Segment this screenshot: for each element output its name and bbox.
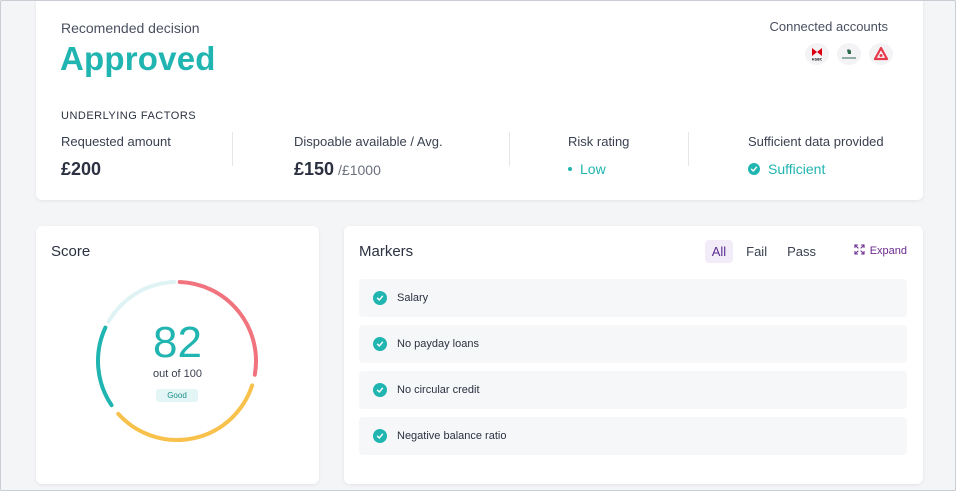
santander-logo-icon[interactable] — [869, 43, 893, 65]
expand-icon — [854, 244, 865, 258]
lloyds-logo-icon[interactable] — [837, 43, 861, 65]
marker-item-no-circular-credit[interactable]: No circular credit — [359, 371, 907, 409]
status-dot-icon — [568, 167, 572, 171]
decision-card: Recomended decision Approved Connected a… — [36, 0, 923, 200]
factor-sufficient-data: Sufficient data provided Sufficient — [748, 134, 884, 177]
factor-requested-amount: Requested amount £200 — [61, 134, 171, 180]
filter-fail[interactable]: Fail — [739, 240, 774, 263]
expand-button[interactable]: Expand — [854, 244, 907, 258]
risk-rating-value: Low — [568, 161, 629, 177]
score-badge: Good — [156, 389, 198, 402]
factor-disposable: Dispoable available / Avg. £150/£1000 — [294, 134, 443, 180]
filter-all[interactable]: All — [704, 240, 734, 263]
connected-accounts-label: Connected accounts — [769, 19, 888, 34]
markers-title: Markers — [359, 243, 414, 260]
gauge-segment-light — [106, 280, 177, 324]
svg-text:HSBC: HSBC — [812, 58, 823, 62]
sufficient-data-text: Sufficient — [768, 161, 826, 177]
marker-label: No circular credit — [397, 384, 480, 396]
hsbc-logo-icon[interactable]: HSBC — [805, 43, 829, 65]
factor-risk-rating: Risk rating Low — [568, 134, 629, 177]
check-circle-icon — [748, 163, 760, 175]
disposable-amount: £150 — [294, 159, 335, 179]
marker-label: Salary — [397, 292, 429, 304]
filter-pass[interactable]: Pass — [780, 240, 823, 263]
markers-list: Salary No payday loans No circular credi… — [359, 279, 907, 463]
check-circle-icon — [373, 337, 387, 351]
marker-item-no-payday-loans[interactable]: No payday loans — [359, 325, 907, 363]
sufficient-data-value: Sufficient — [748, 161, 884, 177]
marker-item-negative-balance-ratio[interactable]: Negative balance ratio — [359, 417, 907, 455]
risk-rating-text: Low — [580, 161, 606, 177]
requested-amount-label: Requested amount — [61, 134, 171, 149]
check-circle-icon — [373, 383, 387, 397]
markers-card: Markers All Fail Pass Expand Salary No p… — [344, 226, 923, 484]
score-value: 82 — [153, 318, 202, 367]
check-circle-icon — [373, 291, 387, 305]
sufficient-data-label: Sufficient data provided — [748, 134, 884, 149]
underlying-factors-title: UNDERLYING FACTORS — [61, 110, 197, 122]
decision-label: Recomended decision — [61, 20, 200, 36]
score-subtitle: out of 100 — [153, 368, 202, 380]
disposable-value: £150/£1000 — [294, 159, 443, 180]
requested-amount-value: £200 — [61, 159, 102, 179]
divider — [688, 132, 689, 166]
disposable-label: Dispoable available / Avg. — [294, 134, 443, 149]
marker-label: Negative balance ratio — [397, 430, 507, 442]
marker-filters: All Fail Pass — [704, 240, 823, 263]
expand-label: Expand — [869, 245, 907, 257]
disposable-average: /£1000 — [338, 162, 381, 178]
divider — [509, 132, 510, 166]
divider — [232, 132, 233, 166]
score-title: Score — [51, 243, 91, 260]
decision-value: Approved — [60, 40, 216, 77]
risk-rating-label: Risk rating — [568, 134, 630, 149]
check-circle-icon — [373, 429, 387, 443]
marker-label: No payday loans — [397, 338, 479, 350]
marker-item-salary[interactable]: Salary — [359, 279, 907, 317]
score-card: Score 82 out of 100 Good — [36, 226, 319, 484]
connected-accounts-list: HSBC — [805, 43, 893, 65]
